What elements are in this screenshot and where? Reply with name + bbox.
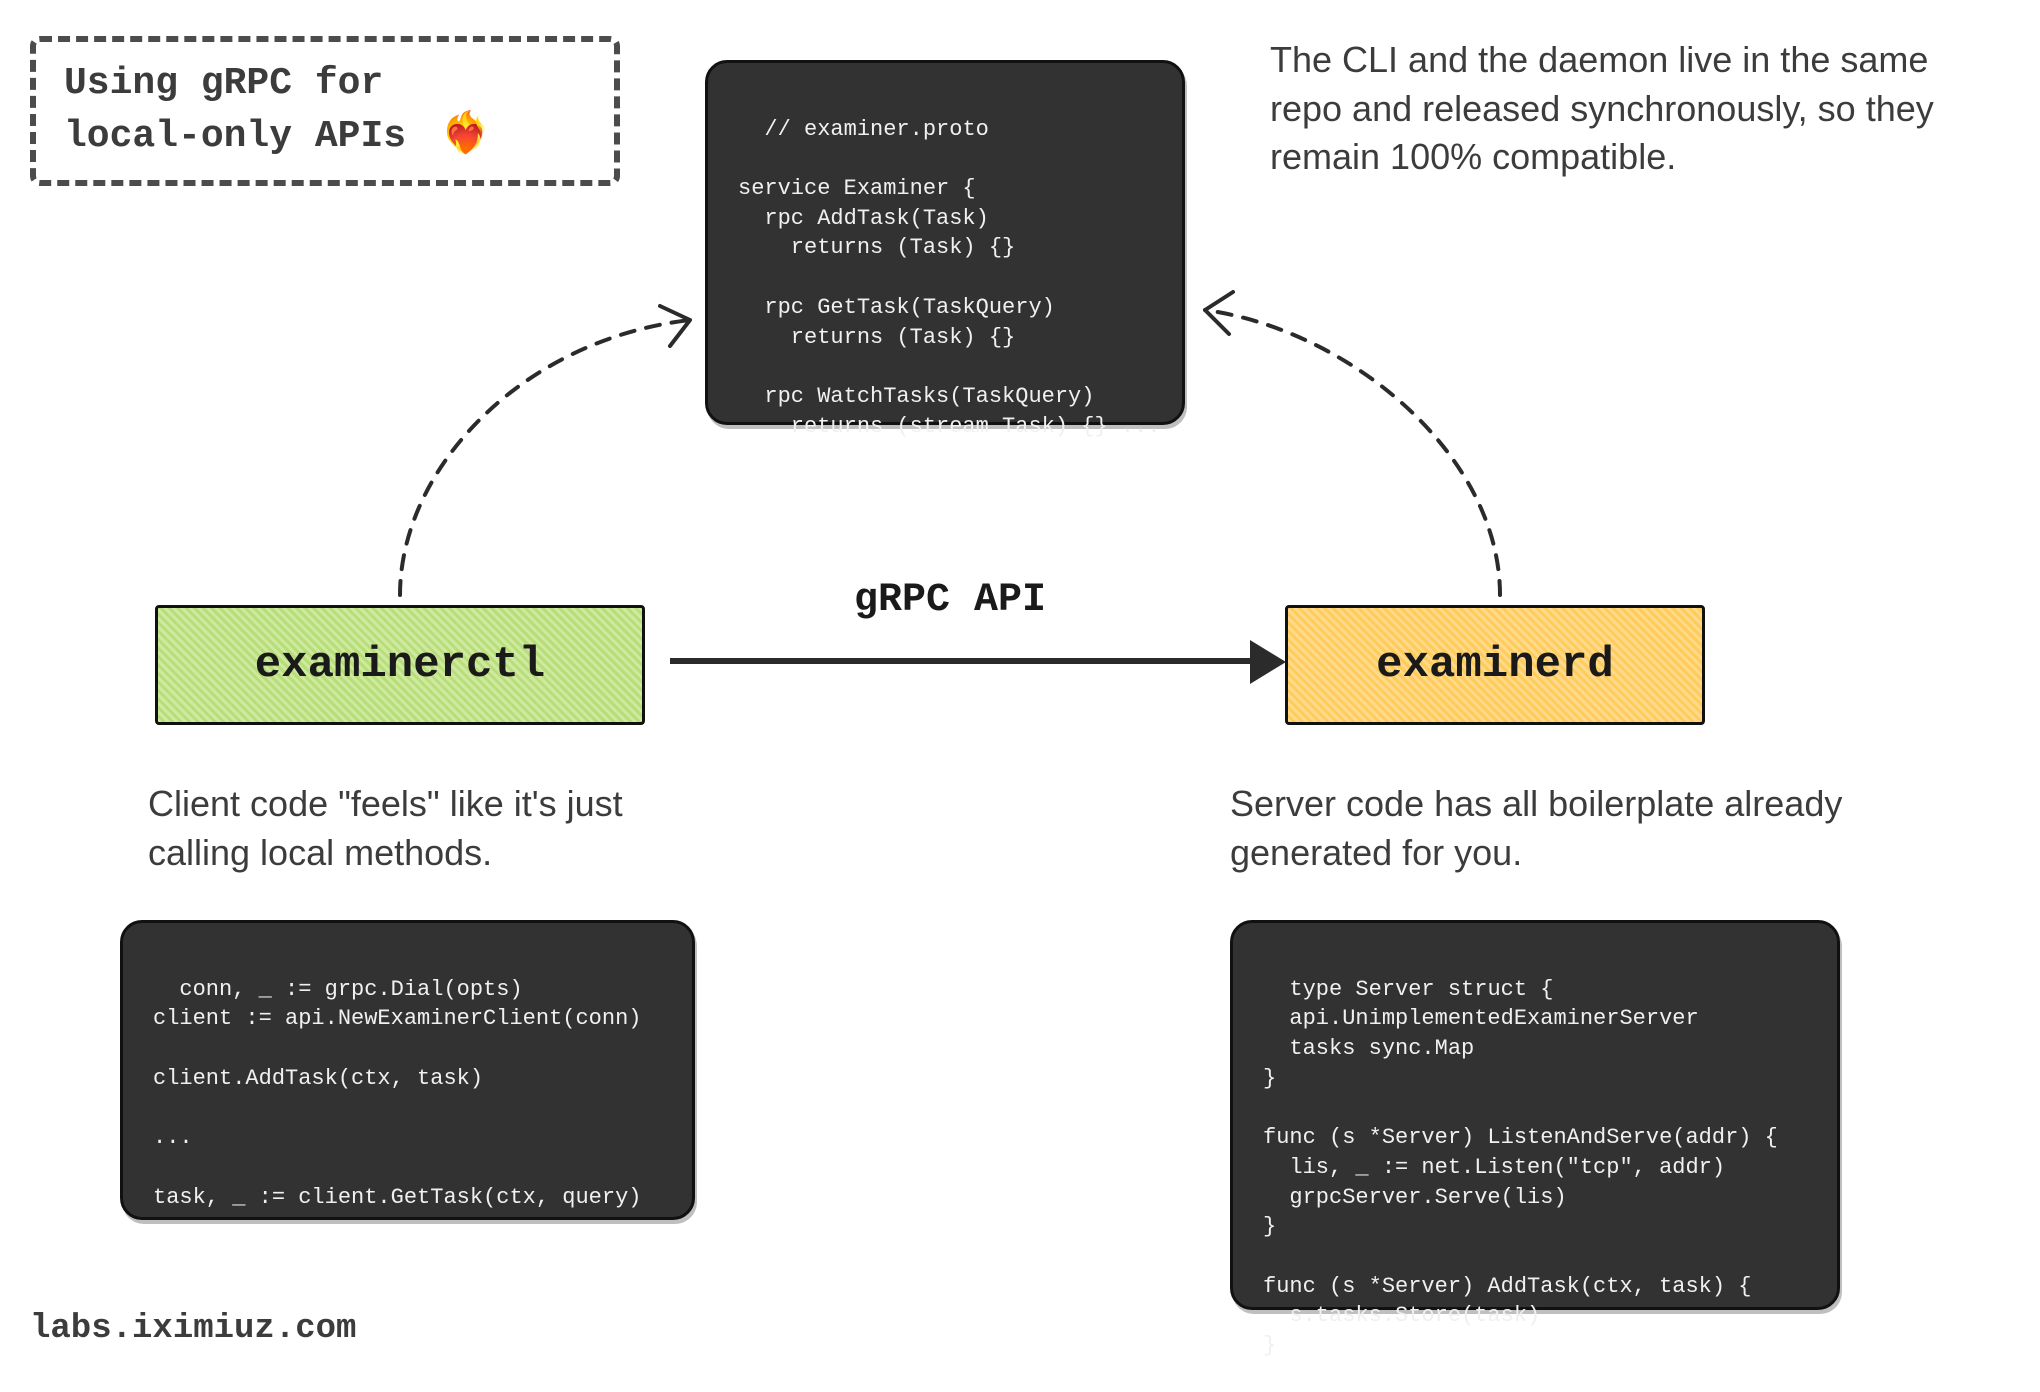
client-code: conn, _ := grpc.Dial(opts) client := api… — [153, 977, 641, 1210]
title-content: Using gRPC for local-only APIs ❤️‍🔥 — [64, 58, 491, 163]
footer-credit: labs.iximiuz.com — [30, 1310, 356, 1348]
client-code-panel: conn, _ := grpc.Dial(opts) client := api… — [120, 920, 695, 1220]
server-box: examinerd — [1285, 605, 1705, 725]
heart-icon: ❤️‍🔥 — [441, 114, 491, 159]
client-box-label: examinerctl — [255, 640, 545, 690]
note-top-right: The CLI and the daemon live in the same … — [1270, 36, 1970, 182]
proto-code-panel: // examiner.proto service Examiner { rpc… — [705, 60, 1185, 425]
api-label: gRPC API — [800, 578, 1100, 623]
title-line1: Using gRPC for — [64, 62, 383, 105]
client-caption: Client code "feels" like it's just calli… — [148, 780, 708, 877]
title-line2: local-only APIs — [64, 115, 406, 158]
grpc-arrow-shaft — [670, 658, 1260, 664]
proto-code: // examiner.proto service Examiner { rpc… — [738, 117, 1160, 439]
server-box-label: examinerd — [1376, 640, 1614, 690]
client-box: examinerctl — [155, 605, 645, 725]
grpc-arrow-head-icon — [1250, 640, 1286, 684]
server-code: type Server struct { api.UnimplementedEx… — [1263, 977, 1778, 1358]
server-code-panel: type Server struct { api.UnimplementedEx… — [1230, 920, 1840, 1310]
title-box: Using gRPC for local-only APIs ❤️‍🔥 — [30, 36, 620, 186]
server-caption: Server code has all boilerplate already … — [1230, 780, 1870, 877]
